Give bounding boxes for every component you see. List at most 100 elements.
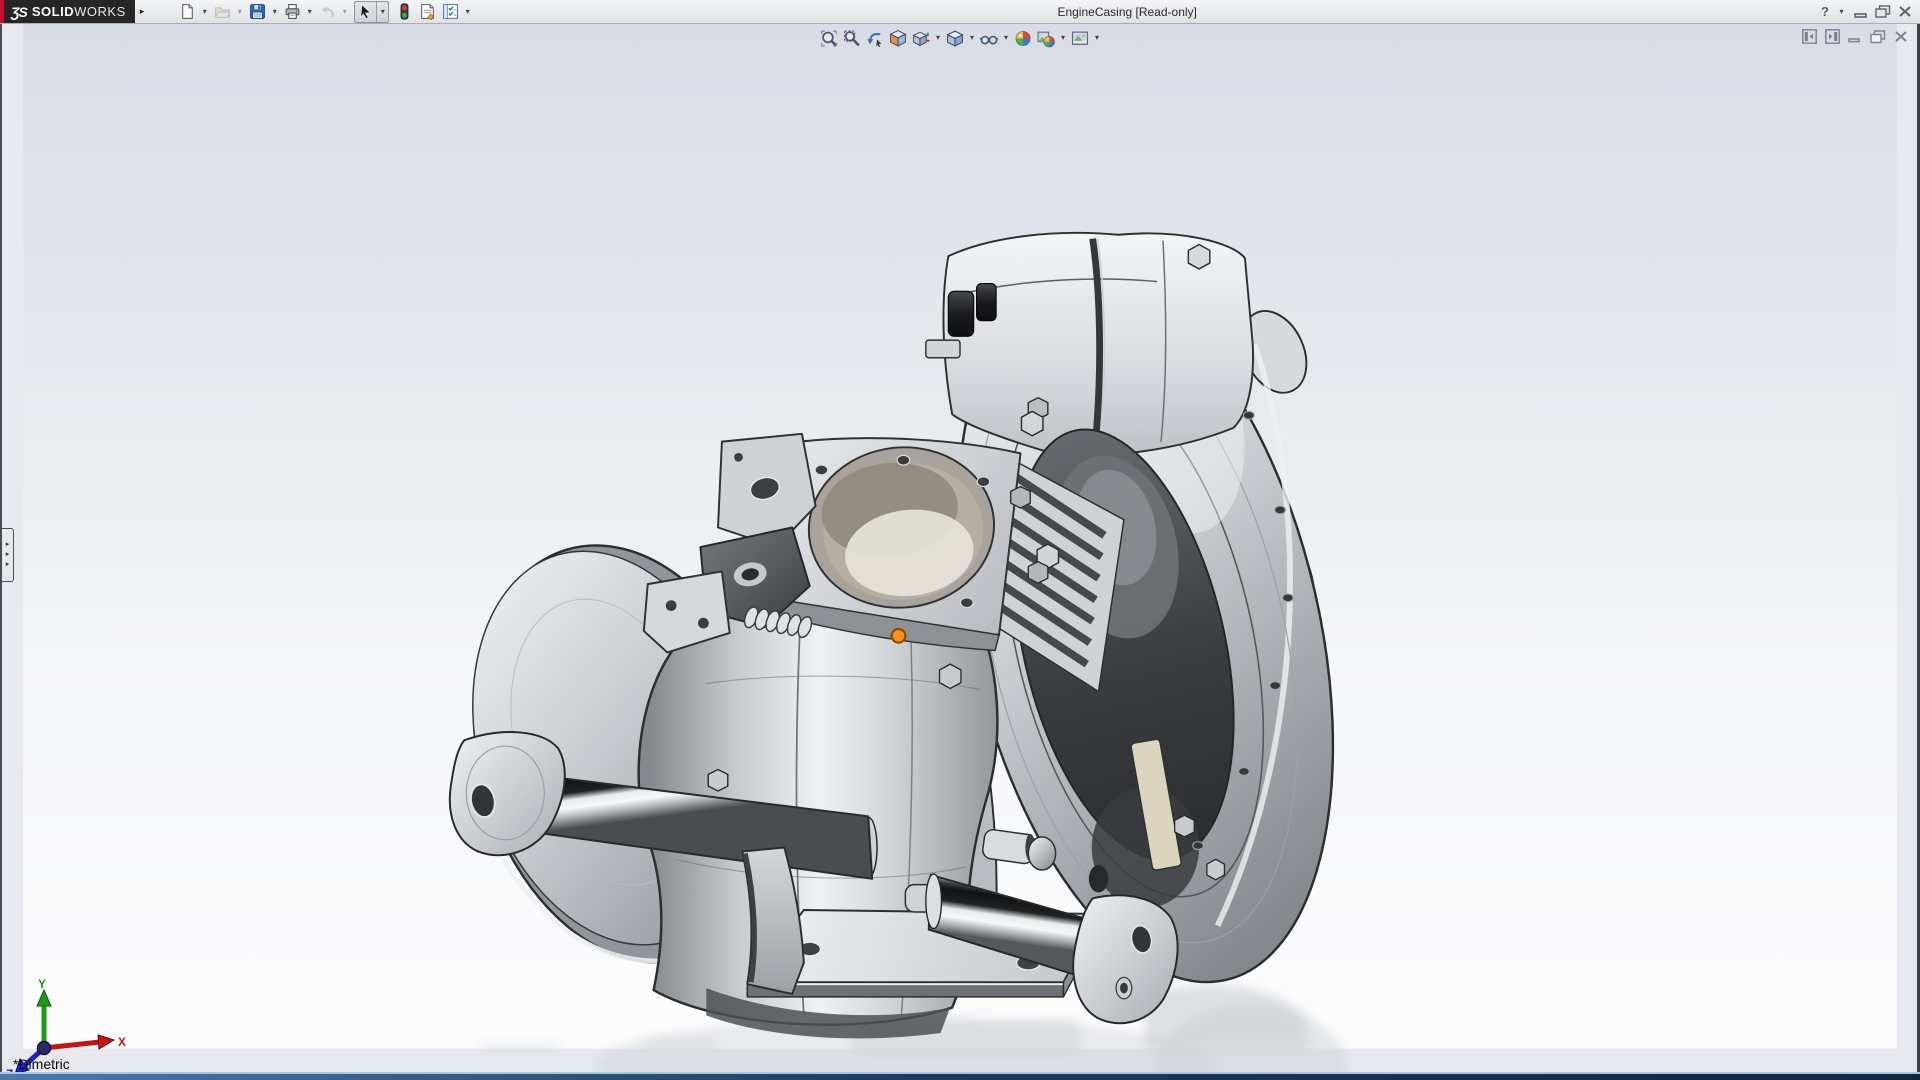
file-properties-button[interactable] bbox=[416, 2, 438, 22]
hide-show-items-caret[interactable]: ▾ bbox=[1001, 28, 1012, 48]
inner-hex-bolt[interactable] bbox=[1174, 814, 1195, 838]
app-window-controls: ? ▾ bbox=[1821, 2, 1920, 22]
hex-bolt[interactable] bbox=[1027, 560, 1049, 584]
hex-bolt[interactable] bbox=[1187, 243, 1211, 270]
undo-arrow-icon bbox=[320, 6, 334, 18]
brand-name-light: WORKS bbox=[74, 4, 126, 19]
select-tool-group: ▾ bbox=[354, 0, 390, 23]
hex-bolt[interactable] bbox=[938, 663, 962, 690]
dassault-logo-glyph: ƷS bbox=[11, 3, 28, 20]
display-style-caret[interactable]: ▾ bbox=[967, 28, 978, 48]
tab-arrow-icon: ▸ bbox=[5, 540, 10, 548]
save-floppy-icon bbox=[249, 4, 265, 19]
minimize-button[interactable] bbox=[1854, 6, 1868, 18]
save-dropdown-caret[interactable]: ▾ bbox=[269, 2, 280, 22]
view-orientation-caret[interactable]: ▾ bbox=[933, 28, 944, 48]
file-properties-icon bbox=[420, 4, 434, 20]
origin-point-marker[interactable] bbox=[890, 627, 907, 644]
view-orientation-button[interactable] bbox=[910, 28, 933, 49]
options-dropdown-caret[interactable]: ▾ bbox=[462, 2, 473, 22]
section-view-button[interactable] bbox=[887, 28, 910, 49]
x-axis-label: X bbox=[118, 1035, 126, 1049]
menu-flyout-arrow-icon[interactable]: ▸ bbox=[140, 6, 145, 17]
apply-scene-button[interactable] bbox=[1035, 28, 1058, 49]
select-cursor-icon bbox=[360, 3, 372, 20]
hide-show-items-button[interactable] bbox=[978, 28, 1001, 49]
solidworks-window: ƷS SOLID WORKS ▸ ▾ ▾ ▾ ▾ ▾ ▾ ▾ EngineCas… bbox=[0, 0, 1920, 1080]
restore-doc-icon[interactable] bbox=[1870, 29, 1886, 44]
view-orientation-label: *Dimetric bbox=[13, 1056, 70, 1072]
select-dropdown-caret[interactable]: ▾ bbox=[377, 2, 388, 22]
titlebar: ƷS SOLID WORKS ▸ ▾ ▾ ▾ ▾ ▾ ▾ ▾ EngineCas… bbox=[0, 0, 1920, 24]
x-axis-arrow[interactable] bbox=[97, 1034, 116, 1050]
restore-button[interactable] bbox=[1875, 5, 1891, 18]
view-settings-icon bbox=[1071, 31, 1089, 45]
inner-hex-bolt[interactable] bbox=[1206, 858, 1226, 881]
zoom-to-area-button[interactable] bbox=[841, 28, 864, 49]
document-title: EngineCasing [Read-only] bbox=[1057, 4, 1197, 19]
brand-name-bold: SOLID bbox=[31, 4, 75, 19]
zoom-to-area-icon bbox=[843, 29, 860, 46]
headsup-view-toolbar: ▾ ▾ ▾ ▾ ▾ bbox=[818, 27, 1103, 49]
black-fitting-small[interactable] bbox=[976, 282, 997, 322]
show-right-pane-icon[interactable] bbox=[1825, 29, 1840, 44]
apply-scene-caret[interactable]: ▾ bbox=[1058, 28, 1069, 48]
minimize-doc-icon[interactable] bbox=[1848, 30, 1862, 43]
edit-appearance-icon bbox=[1015, 30, 1031, 46]
section-view-icon bbox=[889, 29, 907, 47]
rebuild-traffic-light-icon bbox=[400, 3, 409, 20]
save-button[interactable] bbox=[246, 2, 268, 22]
hide-show-items-icon bbox=[979, 35, 999, 44]
zoom-to-fit-button[interactable] bbox=[818, 28, 841, 49]
zoom-to-fit-icon bbox=[820, 29, 838, 47]
logo-red-stripe bbox=[0, 0, 4, 23]
view-settings-caret[interactable]: ▾ bbox=[1092, 28, 1103, 48]
tab-arrow-icon: ▸ bbox=[5, 561, 10, 569]
open-dropdown-caret[interactable]: ▾ bbox=[234, 2, 245, 22]
tab-arrow-icon: ▸ bbox=[5, 550, 10, 558]
y-axis-arrow[interactable] bbox=[36, 988, 52, 1007]
display-style-button[interactable] bbox=[944, 28, 967, 49]
close-doc-icon[interactable] bbox=[1894, 30, 1908, 43]
help-button[interactable]: ? bbox=[1821, 4, 1829, 19]
edit-appearance-button[interactable] bbox=[1012, 28, 1035, 49]
new-document-button[interactable] bbox=[176, 2, 198, 22]
acorn-nut[interactable] bbox=[1027, 836, 1057, 871]
hex-bolt[interactable] bbox=[707, 768, 729, 792]
apply-scene-icon bbox=[1037, 31, 1055, 47]
previous-view-icon bbox=[867, 32, 882, 47]
feature-manager-flyout-tab[interactable]: ▸ ▸ ▸ bbox=[2, 528, 14, 582]
standard-toolbar: ▾ ▾ ▾ ▾ ▾ ▾ ▾ bbox=[176, 0, 473, 23]
document-pane-controls bbox=[1802, 29, 1908, 44]
new-document-icon bbox=[181, 4, 193, 19]
undo-button[interactable] bbox=[316, 2, 338, 22]
triad-origin-ball bbox=[36, 1040, 52, 1056]
3d-scene[interactable] bbox=[0, 24, 1920, 1072]
statusbar-strip bbox=[0, 1074, 1920, 1080]
new-dropdown-caret[interactable]: ▾ bbox=[199, 2, 210, 22]
rebuild-button[interactable] bbox=[393, 2, 415, 22]
options-gear-icon bbox=[442, 4, 458, 19]
print-dropdown-caret[interactable]: ▾ bbox=[304, 2, 315, 22]
previous-view-button[interactable] bbox=[864, 28, 887, 49]
options-button[interactable] bbox=[439, 2, 461, 22]
help-dropdown-caret[interactable]: ▾ bbox=[1836, 2, 1847, 22]
window-border-left bbox=[0, 23, 2, 1072]
graphics-area[interactable]: ▾ ▾ ▾ ▾ ▾ ▸ ▸ ▸ Y X *Dimetric bbox=[0, 24, 1920, 1072]
print-button[interactable] bbox=[281, 2, 303, 22]
black-fitting[interactable] bbox=[947, 290, 975, 337]
display-style-icon bbox=[946, 30, 964, 47]
open-folder-icon bbox=[214, 7, 231, 18]
solidworks-logo: ƷS SOLID WORKS bbox=[0, 0, 135, 23]
hex-nut[interactable] bbox=[925, 339, 961, 359]
select-tool-button[interactable] bbox=[355, 1, 378, 22]
top-cover[interactable] bbox=[925, 231, 1255, 457]
close-button[interactable] bbox=[1898, 5, 1912, 18]
print-icon bbox=[285, 4, 300, 19]
undo-dropdown-caret[interactable]: ▾ bbox=[339, 2, 350, 22]
show-left-pane-icon[interactable] bbox=[1802, 29, 1817, 44]
view-settings-button[interactable] bbox=[1069, 28, 1092, 49]
y-axis-label: Y bbox=[38, 977, 46, 991]
hex-bolt[interactable] bbox=[1010, 485, 1031, 509]
open-button[interactable] bbox=[211, 2, 233, 22]
